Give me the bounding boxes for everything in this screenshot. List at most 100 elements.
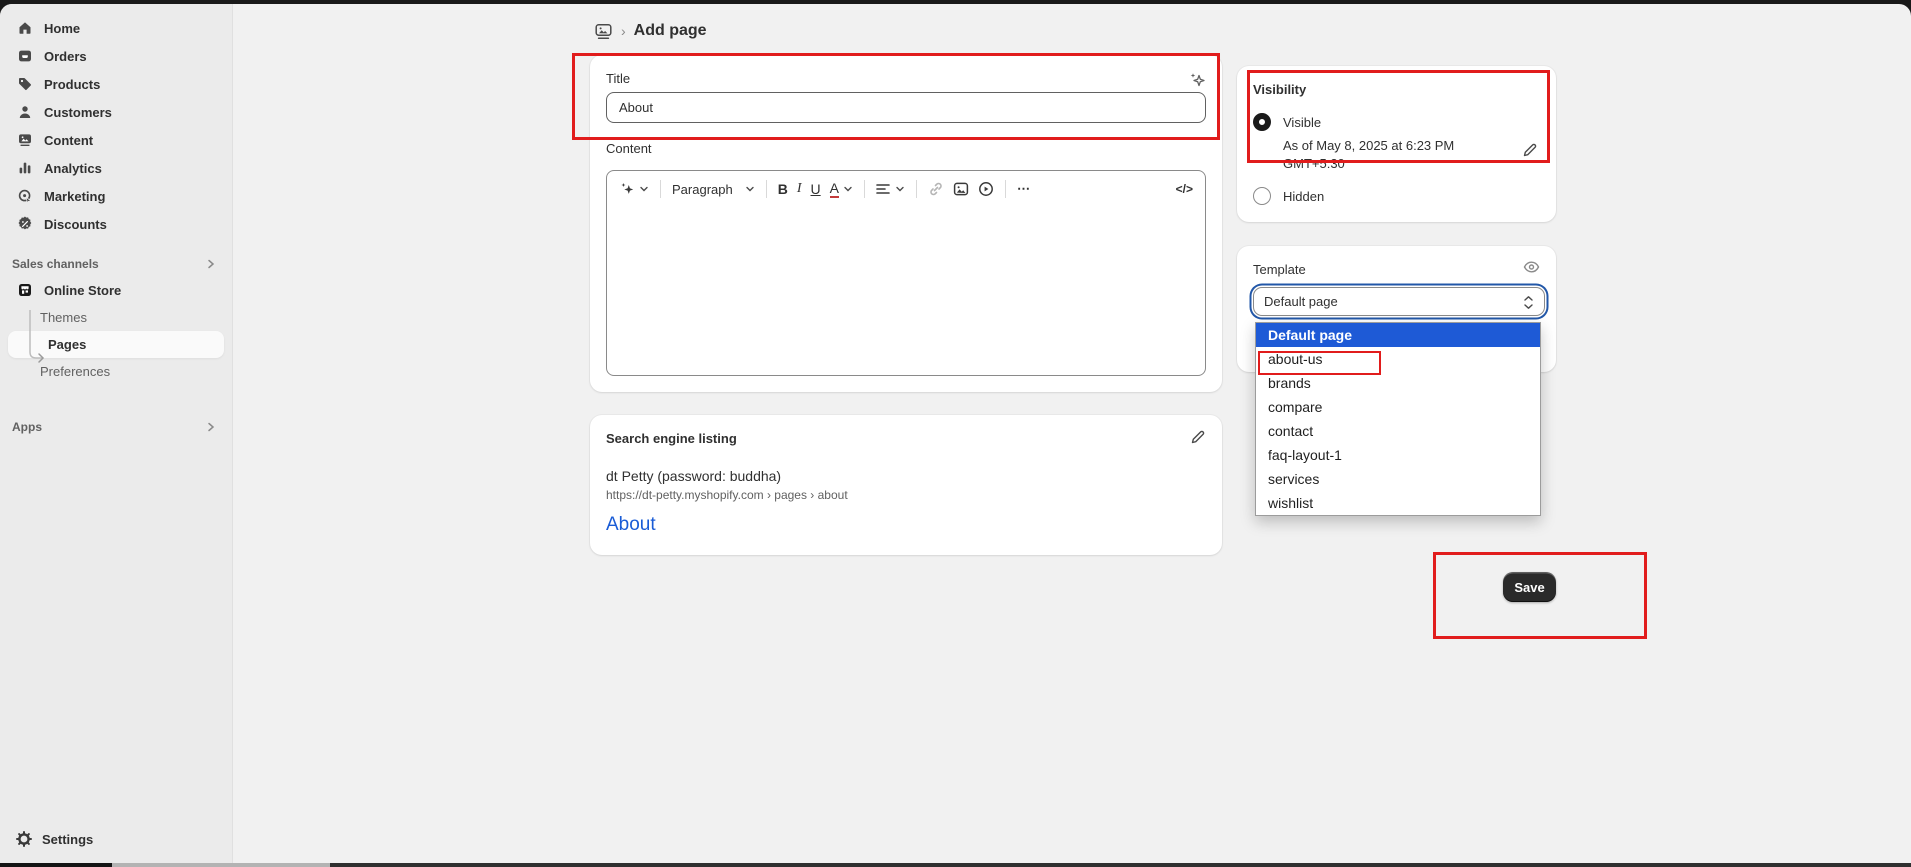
visibility-header: Visibility	[1253, 82, 1540, 97]
gear-icon	[16, 831, 32, 847]
radio-unselected-icon	[1253, 187, 1271, 205]
dropdown-option-wishlist[interactable]: wishlist	[1256, 491, 1540, 515]
seo-site-name: dt Petty (password: buddha)	[606, 468, 1206, 484]
edit-pencil-icon[interactable]	[1522, 142, 1538, 158]
dropdown-option-about-us[interactable]: about-us	[1256, 347, 1540, 371]
search-engine-listing-card: Search engine listing dt Petty (password…	[590, 415, 1222, 555]
breadcrumb: › Add page	[594, 18, 707, 44]
page-title: Add page	[634, 22, 707, 40]
visible-since-text: As of May 8, 2025 at 6:23 PM GMT+5:30	[1283, 137, 1493, 173]
chevron-down-icon	[895, 185, 905, 193]
text-color-button[interactable]: A	[830, 181, 853, 198]
toolbar-divider	[864, 180, 865, 198]
sidebar-item-label: Online Store	[44, 283, 121, 298]
sidebar-item-settings[interactable]: Settings	[8, 825, 225, 853]
magic-sparkle-icon[interactable]	[1188, 71, 1206, 89]
insert-video-icon[interactable]	[978, 181, 994, 197]
eye-icon[interactable]	[1523, 260, 1540, 274]
app-frame: Home Orders Products Customers	[0, 4, 1911, 867]
sidebar-item-label: Home	[44, 21, 80, 36]
dropdown-option-default-page[interactable]: Default page	[1256, 323, 1540, 347]
home-icon	[16, 19, 34, 37]
alignment-button[interactable]	[876, 183, 905, 195]
visibility-card: Visibility Visible As of May 8, 2025 at …	[1237, 66, 1556, 222]
title-input[interactable]	[606, 92, 1206, 123]
page-icon[interactable]	[594, 22, 613, 41]
underline-button[interactable]: U	[811, 181, 821, 197]
sidebar-item-online-store[interactable]: Online Store	[8, 276, 224, 304]
save-button[interactable]: Save	[1503, 572, 1556, 602]
sidebar-item-content[interactable]: Content	[8, 126, 224, 154]
sidebar-item-label: Marketing	[44, 189, 105, 204]
sidebar-item-analytics[interactable]: Analytics	[8, 154, 224, 182]
seo-card-header: Search engine listing	[606, 431, 1206, 446]
marketing-icon	[16, 187, 34, 205]
hidden-radio-option[interactable]: Hidden	[1253, 187, 1540, 205]
bottom-window-edge	[0, 863, 1911, 867]
sidebar-item-marketing[interactable]: Marketing	[8, 182, 224, 210]
select-updown-icon	[1523, 295, 1534, 310]
apps-header[interactable]: Apps	[8, 415, 224, 439]
sidebar: Home Orders Products Customers	[0, 4, 233, 867]
page-details-card: Title Content Paragraph B I U	[590, 55, 1222, 392]
editor-toolbar: Paragraph B I U A	[607, 171, 1205, 207]
content-textarea[interactable]	[607, 207, 1205, 376]
more-options-button[interactable]: ⋯	[1017, 181, 1031, 197]
sidebar-item-home[interactable]: Home	[8, 14, 224, 42]
toolbar-divider	[766, 180, 767, 198]
radio-selected-icon	[1253, 113, 1271, 131]
dropdown-option-compare[interactable]: compare	[1256, 395, 1540, 419]
sidebar-item-preferences[interactable]: Preferences	[8, 358, 224, 385]
paragraph-style-dropdown[interactable]: Paragraph	[672, 182, 755, 197]
toolbar-divider	[916, 180, 917, 198]
template-select[interactable]: Default page	[1253, 287, 1545, 316]
chevron-down-icon	[745, 185, 755, 193]
sidebar-item-themes[interactable]: Themes	[8, 304, 224, 331]
sidebar-item-customers[interactable]: Customers	[8, 98, 224, 126]
sidebar-item-discounts[interactable]: Discounts	[8, 210, 224, 238]
title-label: Title	[606, 71, 1206, 86]
storefront-icon	[16, 281, 34, 299]
seo-url: https://dt-petty.myshopify.com › pages ›…	[606, 488, 1206, 502]
sidebar-item-label: Customers	[44, 105, 112, 120]
sidebar-item-pages[interactable]: Pages	[8, 331, 224, 358]
chevron-down-icon	[843, 185, 853, 193]
dropdown-option-contact[interactable]: contact	[1256, 419, 1540, 443]
breadcrumb-separator: ›	[621, 23, 626, 39]
content-icon	[16, 131, 34, 149]
sidebar-item-label: Discounts	[44, 217, 107, 232]
sidebar-item-orders[interactable]: Orders	[8, 42, 224, 70]
bold-button[interactable]: B	[778, 181, 788, 197]
dropdown-option-faq-layout-1[interactable]: faq-layout-1	[1256, 443, 1540, 467]
edit-pencil-icon[interactable]	[1190, 429, 1206, 445]
orders-icon	[16, 47, 34, 65]
analytics-icon	[16, 159, 34, 177]
chevron-right-icon	[206, 259, 216, 269]
products-icon	[16, 75, 34, 93]
sales-channels-header[interactable]: Sales channels	[8, 252, 224, 276]
code-view-button[interactable]: </>	[1176, 182, 1193, 196]
customers-icon	[16, 103, 34, 121]
chevron-right-icon	[206, 422, 216, 432]
toolbar-divider	[1005, 180, 1006, 198]
insert-image-icon[interactable]	[953, 181, 969, 197]
toolbar-divider	[660, 180, 661, 198]
italic-button[interactable]: I	[797, 181, 802, 197]
chevron-down-icon	[639, 185, 649, 193]
sidebar-item-label: Products	[44, 77, 100, 92]
dropdown-option-brands[interactable]: brands	[1256, 371, 1540, 395]
sidebar-item-products[interactable]: Products	[8, 70, 224, 98]
seo-page-title-link[interactable]: About	[606, 514, 1206, 536]
sidebar-item-label: Analytics	[44, 161, 102, 176]
discounts-icon	[16, 215, 34, 233]
rich-text-editor: Paragraph B I U A	[606, 170, 1206, 376]
template-label: Template	[1253, 262, 1540, 277]
content-label: Content	[606, 141, 1206, 156]
sidebar-item-label: Content	[44, 133, 93, 148]
template-dropdown-menu: Default page about-us brands compare con…	[1255, 322, 1541, 516]
visible-radio-option[interactable]: Visible	[1253, 113, 1540, 131]
dropdown-option-services[interactable]: services	[1256, 467, 1540, 491]
link-icon[interactable]	[928, 181, 944, 197]
ai-sparkle-button[interactable]	[619, 181, 649, 197]
sidebar-item-label: Orders	[44, 49, 87, 64]
